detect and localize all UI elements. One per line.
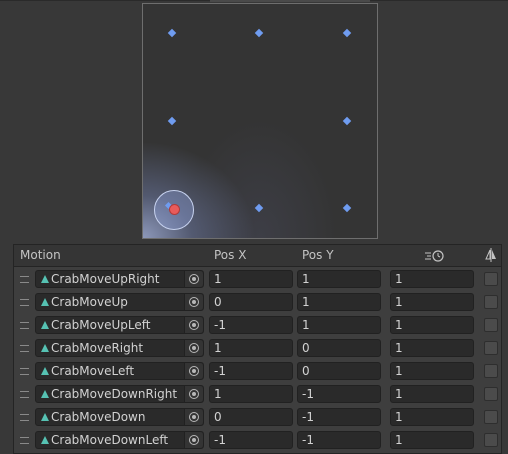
mirror-checkbox[interactable] <box>484 341 498 355</box>
pos-y-field[interactable]: 1 <box>297 270 381 288</box>
blend-parameter-marker[interactable] <box>169 204 180 215</box>
speed-field[interactable]: 1 <box>390 431 474 449</box>
motion-clip-name: CrabMoveDown <box>51 410 146 424</box>
motion-row: CrabMoveUpLeft -1 1 1 <box>14 314 501 337</box>
motion-row: CrabMoveDownLeft -1 -1 1 <box>14 429 501 452</box>
drag-handle-icon[interactable] <box>20 276 29 283</box>
pos-x-field[interactable]: 1 <box>209 385 293 403</box>
object-picker-icon[interactable] <box>184 317 203 333</box>
motion-clip-field[interactable]: CrabMoveRight <box>35 339 204 357</box>
mirror-checkbox[interactable] <box>484 387 498 401</box>
motion-clip-name: CrabMoveUp <box>51 295 128 309</box>
pos-x-field[interactable]: 1 <box>209 270 293 288</box>
motion-clip-field[interactable]: CrabMoveDownLeft <box>35 431 204 449</box>
motion-clip-name: CrabMoveLeft <box>51 364 135 378</box>
animation-clip-icon <box>41 275 49 283</box>
animation-clip-icon <box>41 298 49 306</box>
motion-clip-field[interactable]: CrabMoveUp <box>35 293 204 311</box>
animation-clip-icon <box>41 413 49 421</box>
object-picker-icon[interactable] <box>184 386 203 402</box>
speed-field[interactable]: 1 <box>390 408 474 426</box>
pos-y-field[interactable]: 0 <box>297 362 381 380</box>
object-picker-icon[interactable] <box>184 432 203 448</box>
drag-handle-icon[interactable] <box>20 414 29 421</box>
pos-x-field[interactable]: 1 <box>209 339 293 357</box>
drag-handle-icon[interactable] <box>20 299 29 306</box>
motion-header-label: Motion <box>20 248 61 262</box>
drag-handle-icon[interactable] <box>20 437 29 444</box>
pos-y-field[interactable]: 0 <box>297 339 381 357</box>
speed-field[interactable]: 1 <box>390 362 474 380</box>
motion-row: CrabMoveUp 0 1 1 <box>14 291 501 314</box>
pos-y-header-label: Pos Y <box>302 248 334 262</box>
object-picker-icon[interactable] <box>184 294 203 310</box>
pos-y-field[interactable]: -1 <box>297 385 381 403</box>
object-picker-icon[interactable] <box>184 409 203 425</box>
pos-x-field[interactable]: -1 <box>209 362 293 380</box>
motion-clip-name: CrabMoveUpLeft <box>51 318 151 332</box>
top-tab-edge <box>210 0 370 2</box>
motion-clip-field[interactable]: CrabMoveDownRight <box>35 385 204 403</box>
mirror-checkbox[interactable] <box>484 318 498 332</box>
object-picker-icon[interactable] <box>184 363 203 379</box>
motion-table-header: Motion Pos X Pos Y <box>14 245 501 267</box>
motion-clip-field[interactable]: CrabMoveUpRight <box>35 270 204 288</box>
motion-clip-field[interactable]: CrabMoveUpLeft <box>35 316 204 334</box>
animation-clip-icon <box>41 367 49 375</box>
motion-row: CrabMoveUpRight 1 1 1 <box>14 268 501 291</box>
drag-handle-icon[interactable] <box>20 368 29 375</box>
pos-x-header-label: Pos X <box>214 248 247 262</box>
motion-row: CrabMoveRight 1 0 1 <box>14 337 501 360</box>
motion-row: CrabMoveLeft -1 0 1 <box>14 360 501 383</box>
motion-table: Motion Pos X Pos Y CrabMoveUpRight 1 1 1 Cra… <box>13 244 502 454</box>
motion-clip-field[interactable]: CrabMoveLeft <box>35 362 204 380</box>
drag-handle-icon[interactable] <box>20 391 29 398</box>
blend-space-view[interactable] <box>142 3 378 239</box>
drag-handle-icon[interactable] <box>20 345 29 352</box>
drag-handle-icon[interactable] <box>20 322 29 329</box>
mirror-checkbox[interactable] <box>484 410 498 424</box>
object-picker-icon[interactable] <box>184 340 203 356</box>
mirror-checkbox[interactable] <box>484 433 498 447</box>
speed-field[interactable]: 1 <box>390 339 474 357</box>
pos-y-field[interactable]: 1 <box>297 316 381 334</box>
pos-y-field[interactable]: 1 <box>297 293 381 311</box>
pos-x-field[interactable]: -1 <box>209 431 293 449</box>
object-picker-icon[interactable] <box>184 271 203 287</box>
motion-clip-name: CrabMoveDownRight <box>51 387 178 401</box>
motion-clip-name: CrabMoveRight <box>51 341 144 355</box>
pos-x-field[interactable]: 0 <box>209 293 293 311</box>
animation-clip-icon <box>41 436 49 444</box>
mirror-checkbox[interactable] <box>484 364 498 378</box>
speed-field[interactable]: 1 <box>390 270 474 288</box>
mirror-icon <box>485 248 497 265</box>
motion-clip-name: CrabMoveUpRight <box>51 272 160 286</box>
pos-y-field[interactable]: -1 <box>297 431 381 449</box>
motion-row: CrabMoveDown 0 -1 1 <box>14 406 501 429</box>
pos-y-field[interactable]: -1 <box>297 408 381 426</box>
animation-clip-icon <box>41 390 49 398</box>
mirror-checkbox[interactable] <box>484 295 498 309</box>
speed-field[interactable]: 1 <box>390 385 474 403</box>
pos-x-field[interactable]: -1 <box>209 316 293 334</box>
speed-field[interactable]: 1 <box>390 293 474 311</box>
speed-field[interactable]: 1 <box>390 316 474 334</box>
pos-x-field[interactable]: 0 <box>209 408 293 426</box>
animation-clip-icon <box>41 344 49 352</box>
animation-clip-icon <box>41 321 49 329</box>
speed-time-icon <box>424 248 446 265</box>
mirror-checkbox[interactable] <box>484 272 498 286</box>
motion-clip-field[interactable]: CrabMoveDown <box>35 408 204 426</box>
motion-clip-name: CrabMoveDownLeft <box>51 433 169 447</box>
motion-row: CrabMoveDownRight 1 -1 1 <box>14 383 501 406</box>
